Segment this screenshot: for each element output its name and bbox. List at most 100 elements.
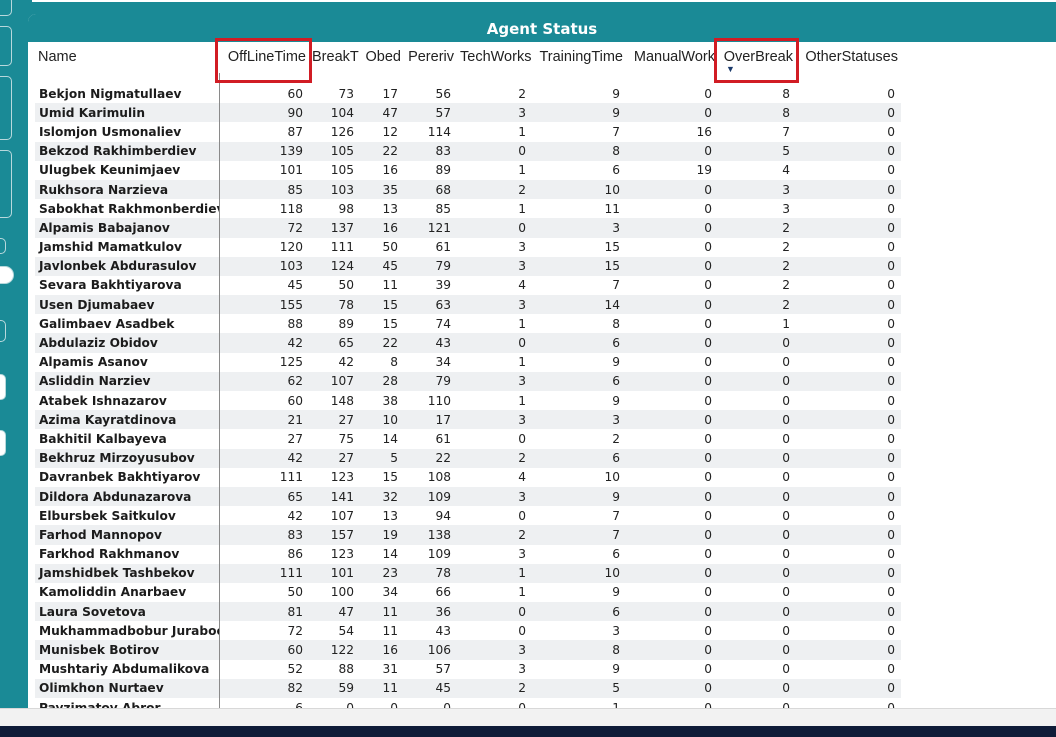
cell-techworks: 3 [457, 486, 532, 507]
table-row[interactable]: Mushtariy Abdumalikova 52 88 31 57 3 9 0 0 0 [35, 659, 901, 679]
table-row[interactable]: Bekzod Rakhimberdiev 139 105 22 83 0 8 0 5 0 [35, 141, 901, 161]
cell-pereriv: 43 [435, 623, 451, 638]
column-header-name[interactable]: Name [35, 41, 219, 73]
cell-offlinetime: 125 [279, 355, 303, 370]
cell-trainingtime: 6 [532, 333, 626, 353]
table-row[interactable]: Mukhammadbobur Juraboev 72 54 11 43 0 3 0 0 0 [35, 621, 901, 641]
sidebar-control[interactable] [0, 26, 12, 66]
table-row[interactable]: Olimkhon Nurtaev 82 59 11 45 2 5 0 0 0 [35, 678, 901, 698]
cell-obed: 50 [382, 240, 398, 255]
column-header-breakt[interactable]: BreakT [309, 41, 360, 73]
column-header-manualwork[interactable]: ManualWork [626, 41, 718, 73]
cell-overbreak: 3 [782, 201, 790, 216]
column-header-pereriv[interactable]: Pereriv [404, 41, 457, 73]
sidebar-control[interactable] [0, 320, 6, 342]
table-row[interactable]: Azima Kayratdinova 21 27 10 17 3 3 0 0 0 [35, 410, 901, 430]
agent-name-cell: Usen Djumabaev [35, 295, 220, 315]
table-row[interactable]: Kamoliddin Anarbaev 50 100 34 66 1 9 0 0 0 [35, 582, 901, 603]
cell-offlinetime: 86 [287, 547, 303, 562]
slider-handle[interactable] [0, 266, 14, 284]
table-row[interactable]: Bakhitil Kalbayeva 27 75 14 61 0 2 0 0 0 [35, 429, 901, 449]
cell-trainingtime: 7 [532, 525, 626, 545]
table-row[interactable]: Abdulaziz Obidov 42 65 22 43 0 6 0 0 0 [35, 333, 901, 353]
table-row[interactable]: Ulugbek Keunimjaev 101 105 16 89 1 6 19 4 0 [35, 160, 901, 180]
cell-obed: 15 [382, 470, 398, 485]
agent-name-cell: Alpamis Babajanov [35, 218, 220, 238]
page-footer-area [0, 708, 1056, 726]
sidebar-control[interactable] [0, 430, 6, 456]
cell-trainingtime: 6 [612, 163, 620, 178]
cell-breakt: 27 [309, 410, 360, 430]
table-row[interactable]: Payzimatov Abror 6 0 0 0 0 1 0 0 0 [35, 698, 901, 708]
table-row[interactable]: Rukhsora Narzieva 85 103 35 68 2 10 0 3 0 [35, 179, 901, 200]
sidebar-control[interactable] [0, 76, 12, 140]
cell-obed: 8 [390, 355, 398, 370]
cell-otherstatuses: 0 [887, 278, 895, 293]
cell-breakt: 157 [309, 525, 360, 545]
cell-obed: 12 [382, 124, 398, 139]
cell-overbreak: 2 [718, 295, 796, 315]
sidebar-control[interactable] [0, 0, 12, 16]
table-row[interactable]: Farhod Mannopov 83 157 19 138 2 7 0 0 0 [35, 525, 901, 545]
table-header-row: Name OffLineTime BreakT Obed Pereriv TechWork… [35, 38, 901, 83]
column-header-overbreak[interactable]: OverBreak ▼ [714, 38, 799, 83]
table-row[interactable]: Bekjon Nigmatullaev 60 73 17 56 2 9 0 8 0 [35, 84, 901, 104]
sidebar-control[interactable] [0, 374, 6, 400]
cell-offlinetime: 111 [219, 563, 309, 583]
table-row[interactable]: Dildora Abdunazarova 65 141 32 109 3 9 0 0 0 [35, 486, 901, 507]
table-row[interactable]: Umid Karimulin 90 104 47 57 3 9 0 8 0 [35, 103, 901, 123]
cell-overbreak: 1 [782, 316, 790, 331]
table-row[interactable]: Elbursbek Saitkulov 42 107 13 94 0 7 0 0 0 [35, 506, 901, 526]
column-header-obed[interactable]: Obed [360, 41, 404, 73]
cell-trainingtime: 8 [612, 316, 620, 331]
sort-descending-icon[interactable]: ▼ [726, 65, 735, 74]
cell-otherstatuses: 0 [796, 333, 901, 353]
cell-manualwork: 0 [704, 470, 712, 485]
cell-overbreak: 0 [718, 525, 796, 545]
table-row[interactable]: Farkhod Rakhmanov 86 123 14 109 3 6 0 0 0 [35, 544, 901, 564]
sidebar-control[interactable] [0, 238, 6, 254]
table-row[interactable]: Davranbek Bakhtiyarov 111 123 15 108 4 10 0 0 0 [35, 467, 901, 487]
table-row[interactable]: Laura Sovetova 81 47 11 36 0 6 0 0 0 [35, 602, 901, 622]
table-row[interactable]: Sevara Bakhtiyarova 45 50 11 39 4 7 0 2 0 [35, 275, 901, 296]
cell-pereriv: 63 [404, 295, 457, 315]
table-row[interactable]: Jamshidbek Tashbekov 111 101 23 78 1 10 0 0 0 [35, 563, 901, 583]
cell-trainingtime: 10 [532, 179, 626, 200]
cell-techworks: 1 [518, 393, 526, 408]
column-header-otherstatuses[interactable]: OtherStatuses [796, 41, 901, 73]
cell-trainingtime: 6 [532, 371, 626, 391]
cell-pereriv: 36 [404, 602, 457, 622]
table-row[interactable]: Jamshid Mamatkulov 120 111 50 61 3 15 0 2 0 [35, 237, 901, 257]
column-header-offlinetime[interactable]: OffLineTime [215, 38, 312, 83]
cell-offlinetime: 101 [279, 163, 303, 178]
cell-offlinetime: 52 [287, 662, 303, 677]
cell-offlinetime: 42 [219, 333, 309, 353]
cell-manualwork: 0 [626, 333, 718, 353]
table-row[interactable]: Bekhruz Mirzoyusubov 42 27 5 22 2 6 0 0 0 [35, 448, 901, 468]
cell-offlinetime: 111 [279, 470, 303, 485]
table-row[interactable]: Munisbek Botirov 60 122 16 106 3 8 0 0 0 [35, 640, 901, 660]
cell-techworks: 4 [518, 470, 526, 485]
table-row[interactable]: Galimbaev Asadbek 88 89 15 74 1 8 0 1 0 [35, 314, 901, 334]
cell-trainingtime: 2 [612, 431, 620, 446]
table-row[interactable]: Javlonbek Abdurasulov 103 124 45 79 3 15 0 2 0 [35, 256, 901, 276]
agent-name-cell: Bekjon Nigmatullaev [35, 84, 220, 104]
table-row[interactable]: Alpamis Babajanov 72 137 16 121 0 3 0 2 0 [35, 218, 901, 238]
table-row[interactable]: Usen Djumabaev 155 78 15 63 3 14 0 2 0 [35, 295, 901, 315]
table-row[interactable]: Sabokhat Rakhmonberdieva 118 98 13 85 1 11 0 3 0 [35, 199, 901, 219]
column-header-techworks[interactable]: TechWorks [457, 41, 532, 73]
table-row[interactable]: Atabek Ishnazarov 60 148 38 110 1 9 0 0 0 [35, 391, 901, 411]
cell-trainingtime: 9 [532, 486, 626, 507]
cell-techworks: 0 [518, 431, 526, 446]
table-row[interactable]: Alpamis Asanov 125 42 8 34 1 9 0 0 0 [35, 352, 901, 372]
cell-pereriv: 94 [435, 508, 451, 523]
cell-techworks: 0 [518, 508, 526, 523]
column-header-trainingtime[interactable]: TrainingTime [532, 41, 626, 73]
table-row[interactable]: Islomjon Usmonaliev 87 126 12 114 1 7 16 7 0 [35, 122, 901, 142]
cell-breakt: 75 [338, 431, 354, 446]
cell-otherstatuses: 0 [887, 470, 895, 485]
sidebar-control[interactable] [0, 150, 12, 218]
table-row[interactable]: Asliddin Narziev 62 107 28 79 3 6 0 0 0 [35, 371, 901, 391]
cell-otherstatuses: 0 [887, 240, 895, 255]
cell-offlinetime: 50 [287, 585, 303, 600]
